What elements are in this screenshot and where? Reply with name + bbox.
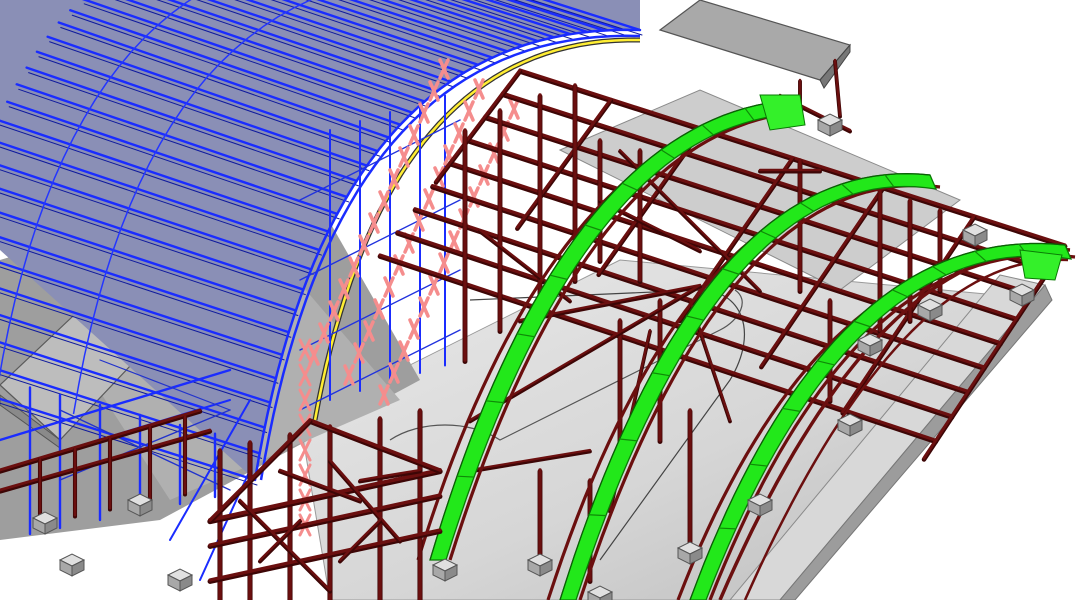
- structural-model-render: [0, 0, 1076, 600]
- arch-end-cap: [1019, 249, 1063, 281]
- top-canopy: [658, 0, 852, 81]
- model-viewport[interactable]: [0, 0, 1090, 600]
